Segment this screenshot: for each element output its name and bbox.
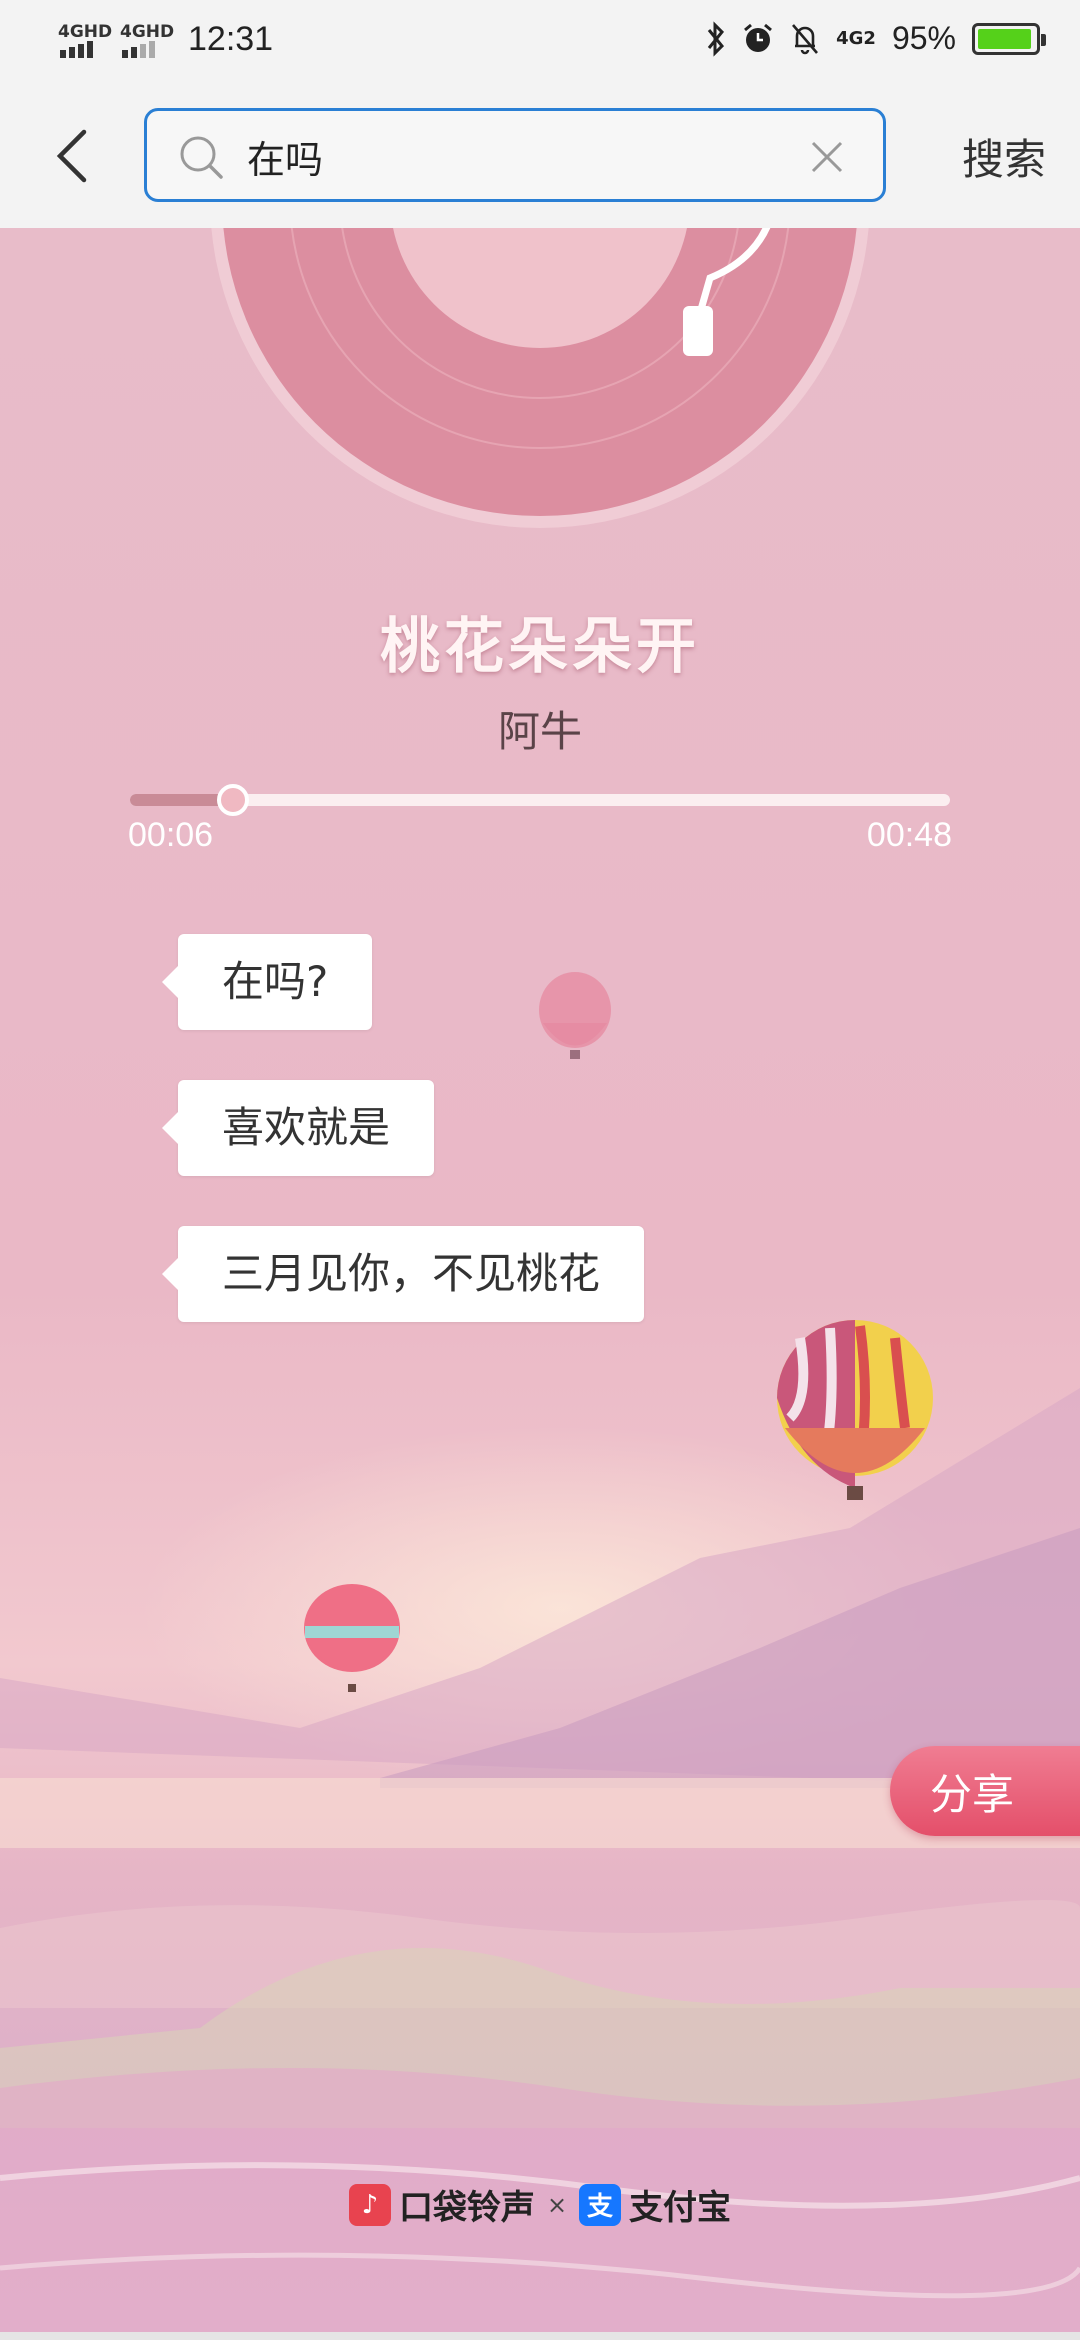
mobile-data-indicator: 4G2	[836, 28, 876, 49]
hot-air-balloon-small	[539, 972, 611, 1059]
back-arrow-icon[interactable]	[52, 126, 92, 186]
current-time: 00:06	[128, 816, 214, 854]
artist-name: 阿牛	[497, 707, 582, 756]
clear-icon[interactable]	[807, 137, 847, 177]
chat-bubble: 三月见你，不见桃花	[161, 1226, 645, 1322]
status-bar: 4GHD 4GHD 12:31 4G2 95%	[0, 0, 1080, 86]
progress-thumb[interactable]	[216, 784, 249, 816]
search-input[interactable]	[247, 129, 747, 183]
battery-icon	[972, 22, 1046, 55]
bluetooth-icon	[707, 20, 725, 57]
song-title: 桃花朵朵开	[380, 612, 700, 682]
brand-name-2: 支付宝	[629, 2188, 732, 2228]
hot-air-balloon-large	[777, 1320, 933, 1500]
search-button[interactable]: 搜索	[962, 126, 1046, 187]
chat-bubble: 在吗?	[161, 934, 373, 1030]
search-icon	[180, 136, 223, 179]
vinyl-record-icon	[211, 228, 869, 528]
share-button[interactable]: 分享	[890, 1746, 1080, 1836]
network-label-1: 4GHD	[58, 22, 113, 42]
search-header: 搜索	[0, 86, 1080, 228]
signal-icon-2: 4GHD	[120, 18, 174, 60]
clock: 12:31	[188, 19, 274, 58]
alarm-icon	[744, 23, 773, 52]
brand-name-1: 口袋铃声	[398, 2188, 535, 2228]
music-note-icon: ♪	[348, 2183, 391, 2226]
total-time: 00:48	[866, 816, 952, 854]
signal-icon-1: 4GHD	[58, 18, 112, 60]
hot-air-balloon-pink	[304, 1584, 400, 1692]
network-label-2: 4GHD	[120, 22, 175, 42]
alipay-icon: 支	[579, 2183, 622, 2226]
battery-percentage: 95%	[891, 20, 956, 56]
search-box	[144, 108, 886, 202]
ringtone-player: 桃花朵朵开 阿牛 00:06 00:48 在吗? 喜欢就是 三月见你，不见桃花 …	[0, 228, 1080, 2340]
progress-bar[interactable]	[130, 784, 950, 816]
bottom-divider	[0, 2332, 1080, 2340]
chat-bubble: 喜欢就是	[161, 1080, 435, 1176]
footer-brand: ♪ 口袋铃声 × 支 支付宝	[0, 2180, 1080, 2229]
separator: ×	[546, 2190, 568, 2219]
mute-bell-icon	[792, 23, 819, 54]
